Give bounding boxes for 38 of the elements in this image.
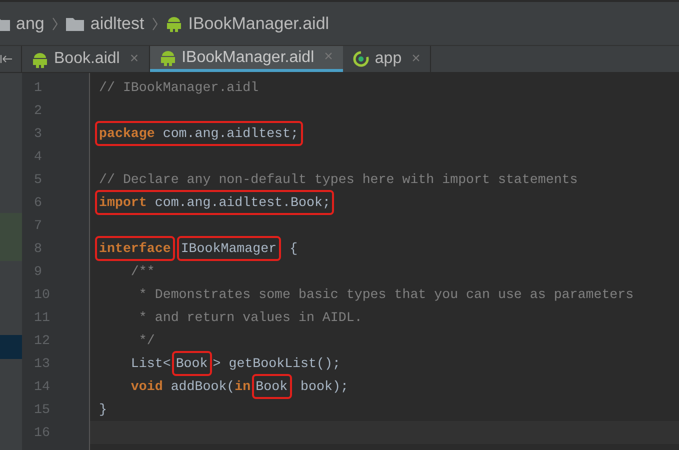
editor-tab[interactable]: IBookManager.aidl × (150, 46, 343, 72)
tab-label: IBookManager.aidl (182, 48, 314, 68)
editor-tab[interactable]: app × (342, 46, 432, 72)
collapse-icon[interactable] (0, 55, 12, 63)
breadcrumb-item[interactable]: aidltest (90, 10, 144, 36)
android-icon (32, 50, 48, 68)
highlighted-code: interface (95, 236, 175, 262)
code-text: } (99, 402, 107, 417)
focused-row (0, 335, 22, 359)
module-icon (352, 51, 369, 67)
breadcrumb-item[interactable]: IBookManager.aidl (188, 10, 330, 36)
code-text: */ (138, 332, 155, 348)
code-text: // IBookManager.aidl (99, 80, 259, 95)
highlighted-code: import com.ang.aidltest.Book; (95, 190, 334, 216)
code-text: { (288, 240, 298, 256)
folder-icon (66, 16, 84, 30)
code-text: * Demonstrates some basic types that you can use as parameters (138, 286, 634, 302)
tab-label: app (374, 49, 402, 69)
code-text: book); (300, 378, 348, 394)
chevron-icon (152, 16, 158, 30)
editor-tab[interactable]: Book.aidl × (22, 46, 150, 72)
code-text: void (130, 378, 163, 394)
highlighted-code: Book (252, 374, 292, 400)
android-icon (160, 49, 176, 66)
highlighted-code: package com.ang.aidltest; (95, 120, 302, 146)
code-text: in (234, 378, 251, 394)
code-text: // Declare any non-default types here with import statements (99, 172, 578, 187)
highlighted-code: IBookMamager (176, 236, 281, 262)
code-text: addBook( (170, 378, 235, 394)
code-text: > getBookList(); (212, 356, 340, 371)
code-text: /** (130, 264, 155, 279)
chevron-icon (52, 16, 58, 30)
breadcrumb-item[interactable]: ang (16, 10, 44, 36)
code-text: List< (130, 356, 171, 371)
tab-label: Book.aidl (54, 49, 120, 69)
android-icon (166, 15, 182, 32)
highlighted-code: Book (172, 350, 212, 376)
code-text: * and return values in AIDL. (138, 310, 362, 325)
